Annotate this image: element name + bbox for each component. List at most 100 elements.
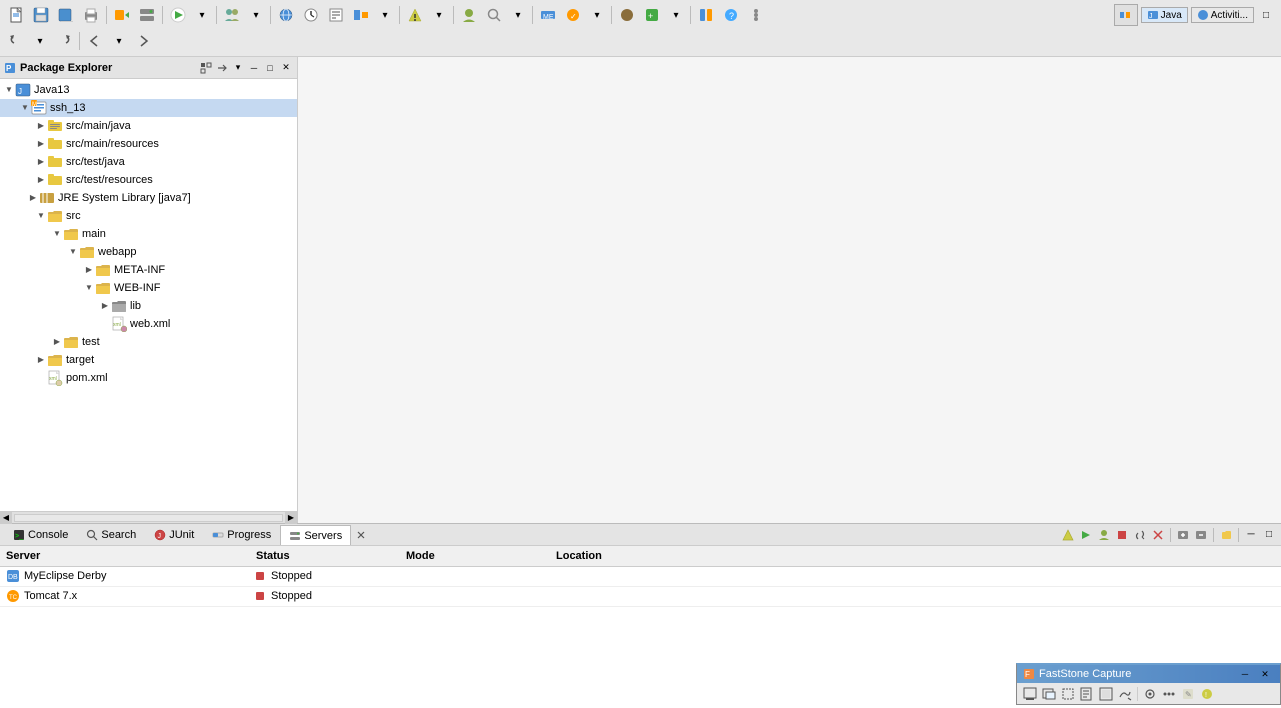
tree-item-ssh13[interactable]: ▼ M ssh_13 (0, 99, 297, 117)
redo-button[interactable] (52, 30, 76, 52)
tree-item-jrelibrary[interactable]: ▶ JRE System Library [java7] (0, 189, 297, 207)
capture-freehand-btn[interactable] (1116, 685, 1134, 703)
run-dropdown[interactable]: ▾ (191, 4, 213, 26)
myeclipse-btn3[interactable] (615, 4, 639, 26)
tree-item-srcmainjava[interactable]: ▶ src/main/java (0, 117, 297, 135)
myeclipse-dropdown2[interactable]: ▾ (665, 4, 687, 26)
java-perspective[interactable]: J Java (1141, 7, 1188, 23)
capture-scroll-btn[interactable] (1078, 685, 1096, 703)
clock-button[interactable] (299, 4, 323, 26)
capture-extra1-btn[interactable]: ✎ (1179, 685, 1197, 703)
expand-test[interactable]: ▶ (52, 337, 62, 347)
close-tabs-button[interactable] (351, 525, 371, 545)
tab-junit[interactable]: J JUnit (145, 525, 203, 545)
capture-region-btn[interactable] (1059, 685, 1077, 703)
tree-item-src[interactable]: ▼ src (0, 207, 297, 225)
faststone-minimize[interactable]: ─ (1236, 665, 1254, 683)
scroll-left[interactable]: ◀ (0, 512, 12, 524)
server-debug-btn[interactable] (1060, 527, 1076, 543)
deploy-button[interactable] (110, 4, 134, 26)
expand-target[interactable]: ▶ (36, 355, 46, 365)
tab-console[interactable]: >_ Console (4, 525, 77, 545)
open-perspective[interactable] (1114, 4, 1138, 26)
tab-progress[interactable]: Progress (203, 525, 280, 545)
perspective-button[interactable] (349, 4, 373, 26)
minimize-bottom[interactable]: ─ (1243, 527, 1259, 543)
myeclipse-dropdown[interactable]: ▾ (586, 4, 608, 26)
undo-dropdown[interactable]: ▾ (29, 30, 51, 52)
myeclipse-btn4[interactable]: + (640, 4, 664, 26)
tree-item-webxml[interactable]: ▶ xml web.xml (0, 315, 297, 333)
server-remove-btn[interactable] (1193, 527, 1209, 543)
faststone-close[interactable]: ✕ (1256, 665, 1274, 683)
server-restart-btn[interactable] (1132, 527, 1148, 543)
close-panel-btn[interactable]: ✕ (279, 61, 293, 75)
myeclipse-btn2[interactable]: ✓ (561, 4, 585, 26)
expand-java13[interactable]: ▼ (4, 85, 14, 95)
server-open-btn[interactable] (1218, 527, 1234, 543)
help-btn[interactable]: ? (719, 4, 743, 26)
back-dropdown[interactable]: ▾ (108, 30, 130, 52)
maximize-btn[interactable]: □ (1255, 4, 1277, 26)
tree-item-test[interactable]: ▶ test (0, 333, 297, 351)
undo-button[interactable] (4, 30, 28, 52)
new-button[interactable] (4, 4, 28, 26)
tree-item-webinf[interactable]: ▼ WEB-INF (0, 279, 297, 297)
view-menu-btn[interactable]: ▾ (231, 61, 245, 75)
save-button[interactable] (29, 4, 53, 26)
tree-item-pomxml[interactable]: ▶ xml pom.xml (0, 369, 297, 387)
extras-btn[interactable] (744, 4, 768, 26)
server-start-btn[interactable] (1078, 527, 1094, 543)
horizontal-scrollbar[interactable]: ◀ ▶ (0, 511, 297, 523)
server-profile-btn[interactable] (1096, 527, 1112, 543)
server-button[interactable] (135, 4, 159, 26)
minimize-panel-btn[interactable]: ─ (247, 61, 261, 75)
server-stop-btn[interactable] (1114, 527, 1130, 543)
tree-item-srctestresources[interactable]: ▶ src/test/resources (0, 171, 297, 189)
server-row-derby[interactable]: DB MyEclipse Derby Stopped (0, 566, 1281, 586)
tree-item-java13[interactable]: ▼ J Java13 (0, 81, 297, 99)
expand-src[interactable]: ▼ (36, 211, 46, 221)
expand-srctestresources[interactable]: ▶ (36, 175, 46, 185)
tree-item-srctestjava[interactable]: ▶ src/test/java (0, 153, 297, 171)
tab-servers[interactable]: Servers (280, 525, 351, 545)
debug-dropdown[interactable]: ▾ (428, 4, 450, 26)
maximize-bottom[interactable]: □ (1261, 527, 1277, 543)
capture-more-btn[interactable] (1160, 685, 1178, 703)
collapse-all-btn[interactable] (199, 61, 213, 75)
scroll-right[interactable]: ▶ (285, 512, 297, 524)
print-button[interactable] (79, 4, 103, 26)
save-all-button[interactable] (54, 4, 78, 26)
expand-ssh13[interactable]: ▼ (20, 103, 30, 113)
tree-item-srcmainresources[interactable]: ▶ src/main/resources (0, 135, 297, 153)
capture-screen-btn[interactable] (1021, 685, 1039, 703)
server-row-tomcat[interactable]: TC Tomcat 7.x Stopped (0, 586, 1281, 606)
tree-item-webapp[interactable]: ▼ webapp (0, 243, 297, 261)
team-button[interactable] (220, 4, 244, 26)
search-dropdown[interactable]: ▾ (507, 4, 529, 26)
debug-button[interactable] (403, 4, 427, 26)
capture-window-btn[interactable] (1040, 685, 1058, 703)
expand-webinf[interactable]: ▼ (84, 283, 94, 293)
capture-fullscreen-btn[interactable] (1097, 685, 1115, 703)
capture-extra2-btn[interactable]: ! (1198, 685, 1216, 703)
expand-srcmainresources[interactable]: ▶ (36, 139, 46, 149)
tree-item-metainf[interactable]: ▶ META-INF (0, 261, 297, 279)
expand-srcmainjava[interactable]: ▶ (36, 121, 46, 131)
maximize-panel-btn[interactable]: □ (263, 61, 277, 75)
expand-srctestjava[interactable]: ▶ (36, 157, 46, 167)
tab-search[interactable]: Search (77, 525, 145, 545)
forward-button[interactable] (131, 30, 155, 52)
myeclipse-btn1[interactable]: ME (536, 4, 560, 26)
link-with-editor-btn[interactable] (215, 61, 229, 75)
expand-jrelibrary[interactable]: ▶ (28, 193, 38, 203)
profile-button[interactable] (457, 4, 481, 26)
perspectives-btn[interactable] (694, 4, 718, 26)
team-dropdown[interactable]: ▾ (245, 4, 267, 26)
expand-webapp[interactable]: ▼ (68, 247, 78, 257)
server-disconnect-btn[interactable] (1150, 527, 1166, 543)
perspective-dropdown[interactable]: ▾ (374, 4, 396, 26)
globe-button[interactable] (274, 4, 298, 26)
tree-item-lib[interactable]: ▶ lib (0, 297, 297, 315)
expand-metainf[interactable]: ▶ (84, 265, 94, 275)
